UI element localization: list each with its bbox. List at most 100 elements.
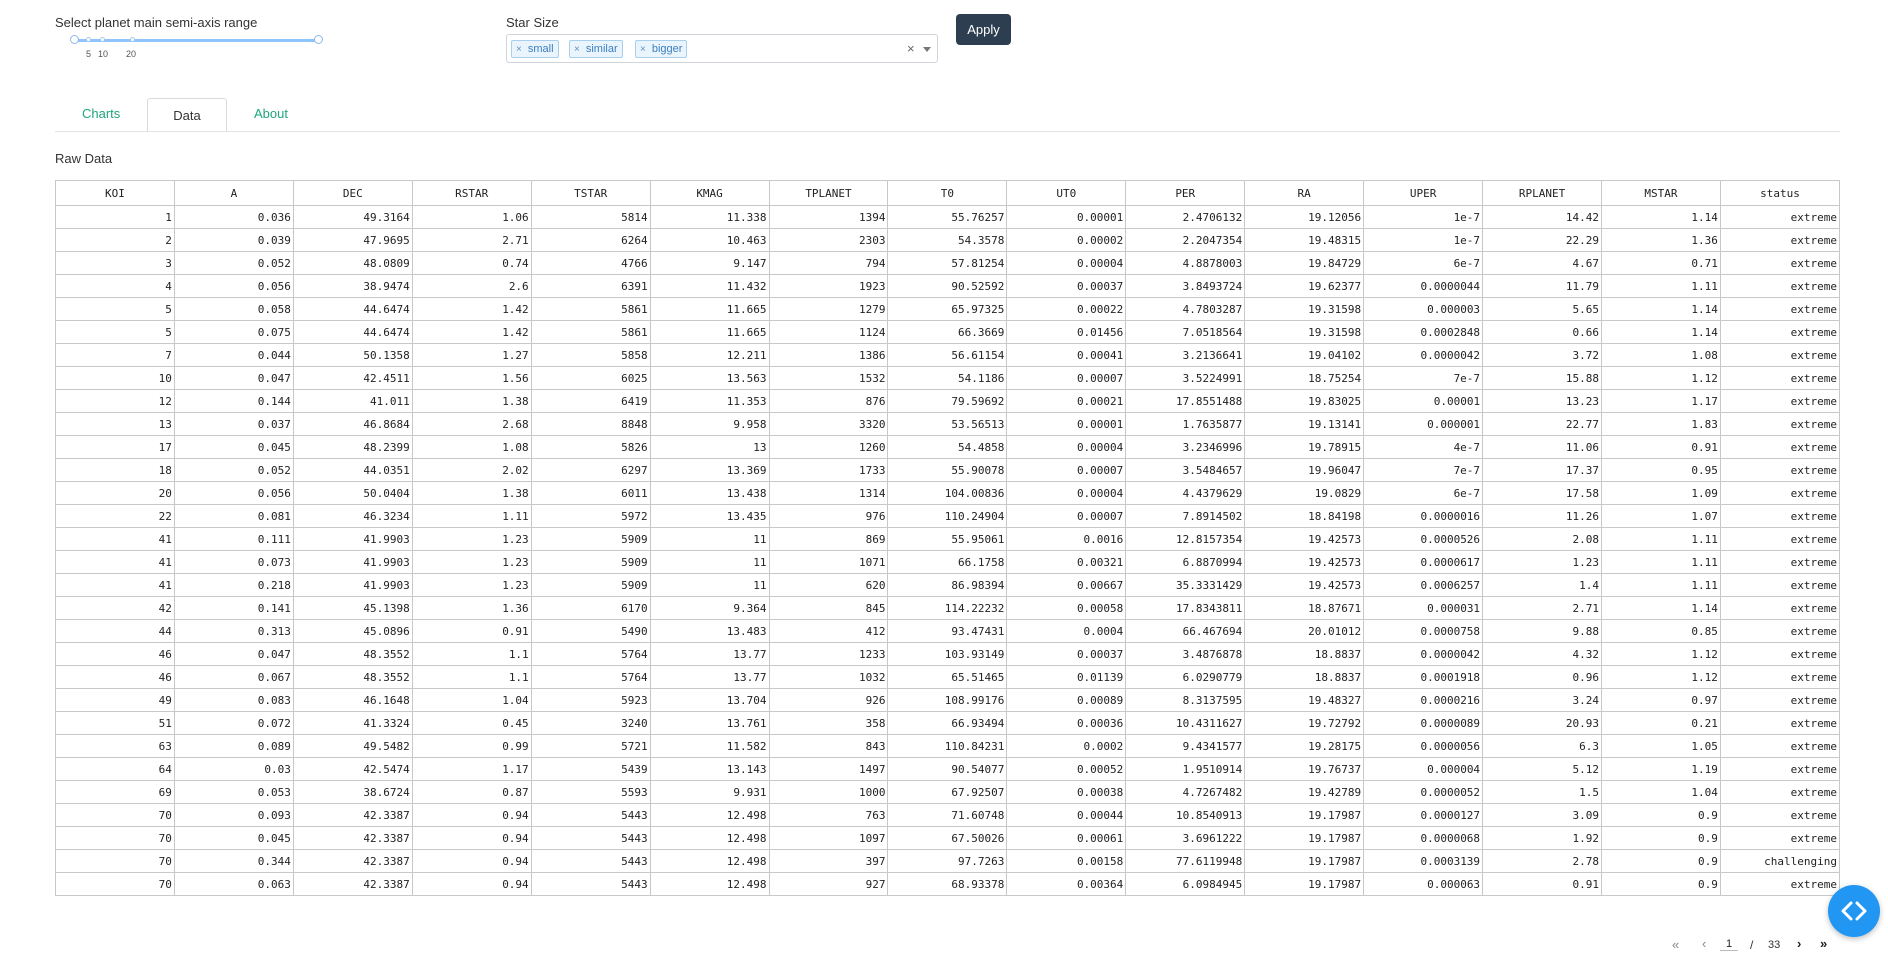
cell-mstar: 0.95: [1600, 458, 1721, 482]
tab-data[interactable]: Data: [147, 98, 227, 132]
cell-rplanet: 1.23: [1482, 550, 1602, 574]
chip-label: similar: [585, 43, 618, 55]
cell-rstar: 2.6: [411, 274, 532, 298]
first-page-button[interactable]: «: [1672, 937, 1679, 952]
last-page-button[interactable]: »: [1820, 936, 1827, 951]
tab-charts[interactable]: Charts: [82, 106, 120, 121]
table-row: 3 0.052 48.0809 0.74 4766 9.147 794 57.81254 0.0…: [55, 251, 1841, 275]
cell-tplanet: 2303: [768, 228, 889, 252]
cell-tstar: 6170: [530, 596, 651, 620]
chip-remove-icon[interactable]: ×: [516, 44, 522, 55]
cell-ra: 19.13141: [1244, 412, 1365, 436]
column-header-a[interactable]: A: [173, 180, 294, 206]
cell-tstar: 5439: [530, 757, 651, 781]
cell-koi: 44: [55, 619, 175, 643]
cell-tstar: 5909: [530, 527, 651, 551]
chip-label: small: [527, 43, 554, 55]
column-header-kmag[interactable]: KMAG: [649, 180, 770, 206]
page-number-input[interactable]: 1: [1720, 938, 1738, 951]
cell-status: extreme: [1719, 320, 1841, 344]
slider-handle-max[interactable]: [314, 35, 323, 44]
cell-status: extreme: [1719, 251, 1841, 275]
semi-axis-range-slider[interactable]: [70, 33, 324, 49]
cell-koi: 70: [55, 872, 175, 896]
cell-dec: 47.9695: [292, 228, 413, 252]
column-header-rstar[interactable]: RSTAR: [411, 180, 532, 206]
tab-about[interactable]: About: [254, 106, 288, 121]
cell-rplanet: 1.5: [1482, 780, 1602, 804]
cell-status: extreme: [1719, 274, 1841, 298]
cell-dec: 44.0351: [292, 458, 413, 482]
chip-bigger[interactable]: × bigger: [635, 40, 688, 58]
cell-ut0: 0.00321: [1006, 550, 1127, 574]
cell-a: 0.056: [173, 481, 294, 505]
table-row: 1 0.036 49.3164 1.06 5814 11.338 1394 55.76257 0…: [55, 205, 1841, 229]
cell-koi: 4: [55, 274, 175, 298]
column-header-tstar[interactable]: TSTAR: [530, 180, 651, 206]
cell-kmag: 11: [649, 550, 770, 574]
cell-rstar: 0.94: [411, 826, 532, 850]
cell-per: 1.7635877: [1125, 412, 1246, 436]
cell-ut0: 0.01139: [1006, 665, 1127, 689]
page-separator: /: [1750, 938, 1754, 952]
cell-rstar: 1.38: [411, 389, 532, 413]
cell-per: 4.7267482: [1125, 780, 1246, 804]
cell-ra: 19.78915: [1244, 435, 1365, 459]
chip-remove-icon[interactable]: ×: [574, 44, 580, 55]
column-header-rplanet[interactable]: RPLANET: [1482, 180, 1602, 206]
cell-rstar: 2.71: [411, 228, 532, 252]
cell-status: extreme: [1719, 297, 1841, 321]
cell-status: extreme: [1719, 688, 1841, 712]
cell-tplanet: 869: [768, 527, 889, 551]
cell-kmag: 12.498: [649, 872, 770, 896]
chip-similar[interactable]: × similar: [569, 40, 623, 58]
chevron-down-icon[interactable]: [923, 47, 931, 52]
slider-handle-min[interactable]: [70, 35, 79, 44]
column-header-per[interactable]: PER: [1125, 180, 1246, 206]
star-size-select[interactable]: × small × similar × bigger ×: [506, 34, 938, 63]
cell-ra: 18.8837: [1244, 665, 1365, 689]
column-header-status[interactable]: status: [1719, 180, 1841, 206]
cell-dec: 41.3324: [292, 711, 413, 735]
column-header-ra[interactable]: RA: [1244, 180, 1365, 206]
cell-tplanet: 620: [768, 573, 889, 597]
prev-page-button[interactable]: ‹: [1702, 936, 1706, 951]
cell-dec: 38.6724: [292, 780, 413, 804]
cell-uper: 0.0006257: [1363, 573, 1484, 597]
chip-remove-icon[interactable]: ×: [640, 44, 646, 55]
cell-status: extreme: [1719, 481, 1841, 505]
table-row: 51 0.072 41.3324 0.45 3240 13.761 358 66.93494 0…: [55, 711, 1841, 735]
cell-ut0: 0.00089: [1006, 688, 1127, 712]
cell-mstar: 1.11: [1600, 274, 1721, 298]
column-header-dec[interactable]: DEC: [292, 180, 413, 206]
column-header-t0[interactable]: T0: [887, 180, 1008, 206]
column-header-koi[interactable]: KOI: [55, 180, 175, 206]
cell-ra: 19.84729: [1244, 251, 1365, 275]
code-toggle-button[interactable]: [1828, 885, 1880, 937]
clear-selection-icon[interactable]: ×: [907, 41, 915, 56]
cell-status: extreme: [1719, 527, 1841, 551]
cell-uper: 1e-7: [1363, 228, 1484, 252]
apply-button[interactable]: Apply: [956, 14, 1011, 45]
cell-tplanet: 1497: [768, 757, 889, 781]
cell-rstar: 1.1: [411, 665, 532, 689]
cell-kmag: 11.338: [649, 205, 770, 229]
cell-ra: 19.31598: [1244, 297, 1365, 321]
next-page-button[interactable]: ›: [1797, 936, 1801, 951]
column-header-tplanet[interactable]: TPLANET: [768, 180, 889, 206]
cell-rstar: 1.38: [411, 481, 532, 505]
cell-status: extreme: [1719, 734, 1841, 758]
column-header-ut0[interactable]: UT0: [1006, 180, 1127, 206]
cell-tplanet: 358: [768, 711, 889, 735]
cell-ut0: 0.00007: [1006, 504, 1127, 528]
chip-small[interactable]: × small: [511, 40, 559, 58]
cell-dec: 44.6474: [292, 297, 413, 321]
column-header-mstar[interactable]: MSTAR: [1600, 180, 1721, 206]
cell-ut0: 0.00002: [1006, 228, 1127, 252]
cell-uper: 0.0000016: [1363, 504, 1484, 528]
cell-dec: 50.0404: [292, 481, 413, 505]
column-header-uper[interactable]: UPER: [1363, 180, 1484, 206]
cell-t0: 56.61154: [887, 343, 1008, 367]
cell-rstar: 1.42: [411, 320, 532, 344]
cell-ut0: 0.00058: [1006, 596, 1127, 620]
